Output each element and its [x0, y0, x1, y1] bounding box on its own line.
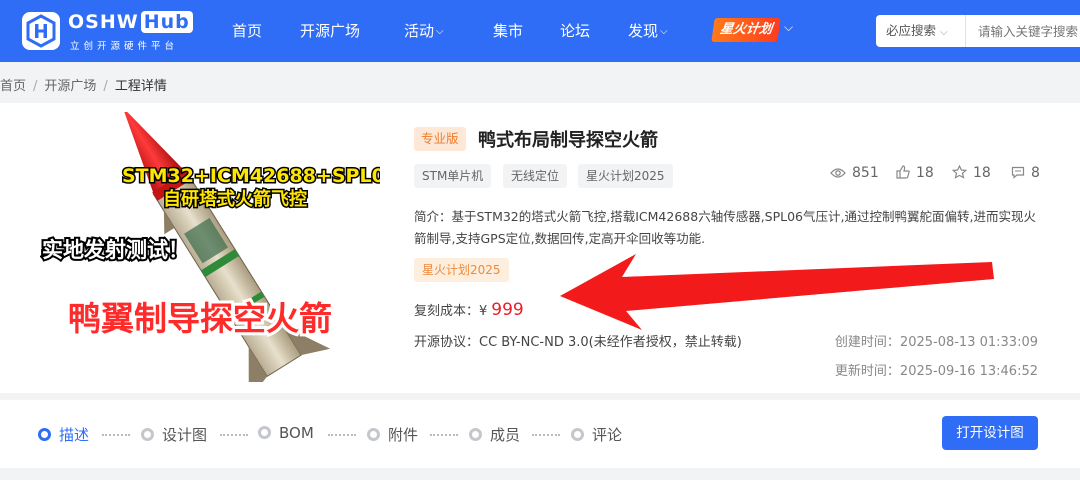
tag-wireless-positioning[interactable]: 无线定位 [503, 164, 568, 188]
star-icon [951, 164, 968, 179]
breadcrumb-plaza[interactable]: 开源广场 [44, 79, 96, 94]
license: 开源协议：CC BY-NC-ND 3.0(未经作者授权，禁止转载) [414, 335, 742, 350]
tab-description[interactable]: 描述 [38, 424, 89, 445]
star-button[interactable]: 18 [951, 164, 991, 181]
promo-spark-plan-button[interactable]: 星火计划 [711, 18, 781, 42]
pro-edition-badge: 专业版 [414, 127, 466, 151]
comment-icon [1011, 166, 1025, 179]
tab-comments[interactable]: 评论 [571, 424, 622, 445]
step-dot-icon [367, 428, 380, 441]
chevron-down-icon: ⌵ [660, 26, 668, 37]
brand-subtitle: 立创开源硬件平台 [70, 41, 179, 52]
campaign-tag[interactable]: 星火计划2025 [414, 258, 509, 282]
created-time: 创建时间：2025-08-13 01:33:09 [834, 335, 1038, 350]
top-navbar: OSHW Hub 立创开源硬件平台 首页 开源广场 活动 ⌵ 集市 论坛 发现 ⌵ 星… [0, 0, 1080, 62]
thumbs-up-icon [896, 165, 910, 179]
project-description: 简介：基于STM32的塔式火箭飞控,搭载ICM42688六轴传感器,SPL06气… [414, 209, 1036, 246]
search-engine-select[interactable]: 必应搜索 ⌵ [876, 15, 966, 47]
cover-text-line1: STM32+ICM42688+SPL06 [122, 165, 380, 187]
project-title: 鸭式布局制导探空火箭 [478, 130, 658, 151]
eye-icon [830, 168, 846, 178]
updated-time: 更新时间：2025-09-16 13:46:52 [834, 364, 1038, 379]
project-cover-image[interactable]: STM32+ICM42688+SPL06 自研塔式火箭飞控 实地发射测试！ 鸭翼… [40, 112, 380, 382]
brand-name[interactable]: OSHW Hub [68, 11, 193, 33]
cover-text-line4: 鸭翼制导探空火箭 [68, 299, 332, 338]
breadcrumb-current: 工程详情 [114, 79, 167, 94]
cost-value: 999 [491, 300, 524, 320]
step-dot-icon [571, 428, 584, 441]
step-dot-icon [38, 428, 51, 441]
chevron-down-icon[interactable]: ⌵ [784, 20, 793, 35]
cover-text-line3: 实地发射测试！ [42, 238, 189, 262]
comments-count[interactable]: 8 [1011, 165, 1040, 181]
search-input[interactable] [968, 15, 1080, 47]
step-dot-icon [258, 426, 271, 439]
breadcrumb-home[interactable]: 首页 [0, 79, 26, 94]
chevron-down-icon: ⌵ [940, 27, 948, 38]
brand-badge: Hub [140, 11, 193, 33]
tag-spark-plan-2025[interactable]: 星火计划2025 [578, 164, 673, 188]
search-box: 必应搜索 ⌵ [876, 15, 1080, 47]
step-dot-icon [141, 428, 154, 441]
cover-text-line2: 自研塔式火箭飞控 [163, 188, 307, 210]
nav-forum[interactable]: 论坛 [560, 20, 590, 41]
nav-market[interactable]: 集市 [493, 20, 523, 41]
oshwhub-logo-icon[interactable] [22, 12, 60, 50]
nav-activities[interactable]: 活动 ⌵ [404, 20, 444, 41]
tab-attachments[interactable]: 附件 [367, 424, 418, 445]
step-dot-icon [469, 428, 482, 441]
tab-members[interactable]: 成员 [469, 424, 520, 445]
tag-stm-mcu[interactable]: STM单片机 [414, 164, 492, 188]
nav-home[interactable]: 首页 [232, 20, 262, 41]
nav-open-plaza[interactable]: 开源广场 [300, 20, 360, 41]
nav-discover[interactable]: 发现 ⌵ [628, 20, 668, 41]
open-design-button[interactable]: 打开设计图 [942, 416, 1038, 450]
views-count: 851 [830, 165, 879, 181]
tab-design[interactable]: 设计图 [141, 424, 207, 445]
tab-bom[interactable]: BOM [258, 424, 314, 442]
chevron-down-icon: ⌵ [436, 26, 444, 37]
replication-cost: 复刻成本：¥ 999 [414, 300, 524, 320]
likes-button[interactable]: 18 [896, 165, 934, 181]
breadcrumb: 首页 / 开源广场 / 工程详情 [0, 79, 167, 94]
